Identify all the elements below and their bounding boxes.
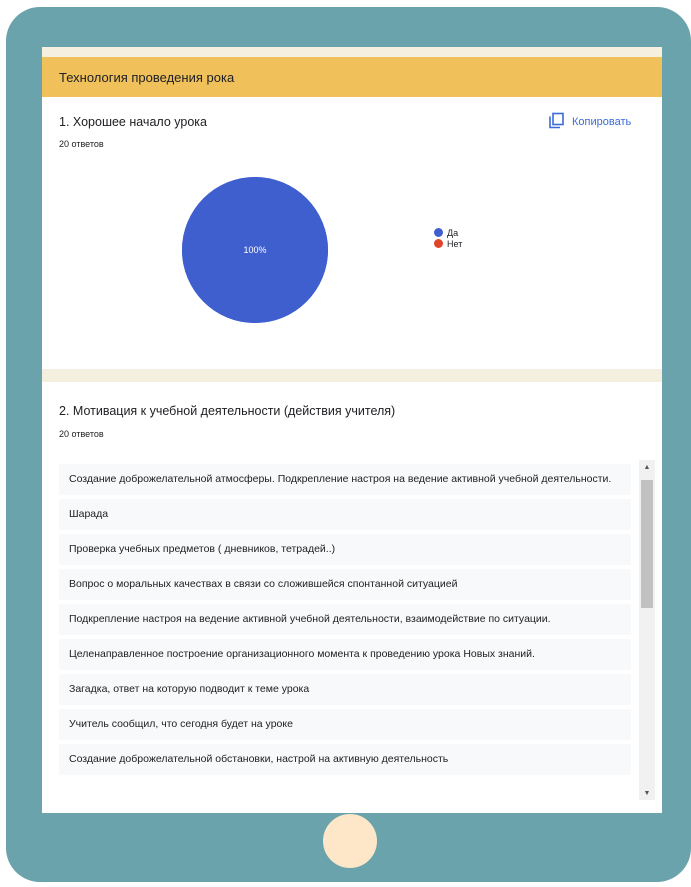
pie-slice-label: 100% bbox=[243, 245, 267, 255]
chart-legend: Да Нет bbox=[434, 227, 462, 249]
pie-chart: 100% bbox=[182, 177, 328, 323]
question-title: 1. Хорошее начало урока bbox=[59, 115, 207, 129]
section-title: Технология проведения рока bbox=[59, 69, 235, 85]
legend-label: Да bbox=[447, 227, 459, 238]
list-item: Целенаправленное построение организацион… bbox=[59, 639, 631, 670]
question-card-2: 2. Мотивация к учебной деятельности (дей… bbox=[42, 382, 662, 813]
response-count: 20 ответов bbox=[59, 139, 104, 149]
list-item: Подкрепление настроя на ведение активной… bbox=[59, 604, 631, 635]
list-item: Загадка, ответ на которую подводит к тем… bbox=[59, 674, 631, 705]
home-button[interactable] bbox=[323, 814, 377, 868]
scroll-up-icon[interactable]: ▲ bbox=[639, 460, 655, 474]
legend-item-yes: Да bbox=[434, 227, 462, 238]
question-card-1: 1. Хорошее начало урока 20 ответов Копир… bbox=[42, 97, 662, 398]
list-item: Вопрос о моральных качествах в связи со … bbox=[59, 569, 631, 600]
copy-button[interactable]: Копировать bbox=[548, 112, 631, 132]
legend-dot-icon bbox=[434, 228, 443, 237]
question-title: 2. Мотивация к учебной деятельности (дей… bbox=[59, 404, 396, 418]
response-list[interactable]: Создание доброжелательной атмосферы. Под… bbox=[59, 464, 631, 796]
legend-label: Нет bbox=[447, 238, 463, 249]
legend-item-no: Нет bbox=[434, 238, 462, 249]
list-item: Учитель сообщил, что сегодня будет на ур… bbox=[59, 709, 631, 740]
list-item: Шарада bbox=[59, 499, 631, 530]
list-item: Создание доброжелательной обстановки, на… bbox=[59, 744, 631, 775]
scrollbar-thumb[interactable] bbox=[641, 480, 653, 608]
screen: Технология проведения рока 1. Хорошее на… bbox=[42, 47, 662, 813]
list-item: Создание доброжелательной атмосферы. Под… bbox=[59, 464, 631, 495]
copy-label: Копировать bbox=[572, 116, 632, 128]
copy-icon bbox=[548, 112, 565, 132]
scroll-down-icon[interactable]: ▼ bbox=[639, 786, 655, 800]
response-count: 20 ответов bbox=[59, 429, 104, 439]
list-item: Проверка учебных предметов ( дневников, … bbox=[59, 534, 631, 565]
vertical-scrollbar[interactable]: ▲ ▼ bbox=[639, 460, 655, 800]
legend-dot-icon bbox=[434, 239, 443, 248]
section-header: Технология проведения рока bbox=[42, 57, 662, 97]
